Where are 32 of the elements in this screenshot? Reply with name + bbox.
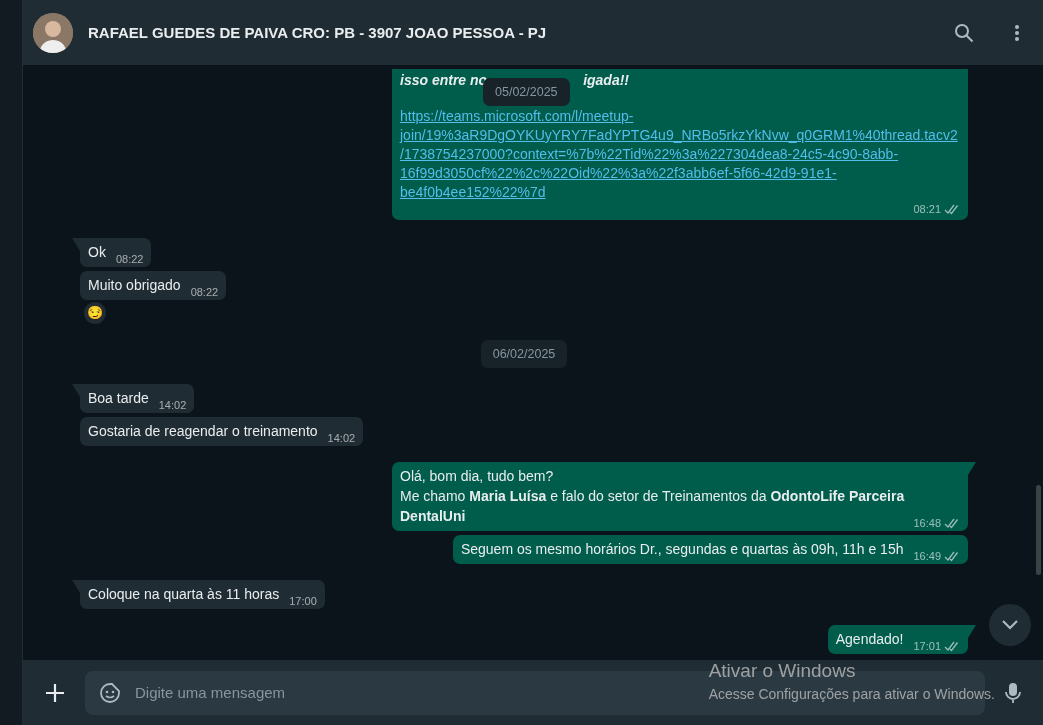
search-icon[interactable] bbox=[954, 22, 974, 43]
message-text: Gostaria de reagendar o treinamento bbox=[88, 423, 318, 439]
message-text: Olá, bom dia, tudo bem? Me chamo Maria Luísa e falo do setor de Treinamentos da OdontoLife Parceira DentalUni bbox=[400, 468, 906, 524]
message-text: Ok bbox=[88, 244, 106, 260]
message-time: 16:49 bbox=[913, 549, 941, 564]
message-text: Muito obrigado bbox=[88, 277, 181, 293]
message-time: 17:00 bbox=[289, 594, 317, 609]
reaction[interactable]: 😏 bbox=[82, 300, 108, 326]
scroll-down-button[interactable] bbox=[989, 604, 1031, 646]
message-input[interactable]: Digite uma mensagem bbox=[133, 683, 517, 702]
message-time: 17:01 bbox=[913, 639, 941, 654]
message-text: Seguem os mesmo horários Dr., segundas e quartas às 09h, 11h e 15h bbox=[460, 541, 904, 557]
activation-text: Acesse Configurações para ativar o Windows. bbox=[708, 686, 995, 702]
plus-icon[interactable] bbox=[45, 682, 65, 703]
message-text: Agendado! bbox=[835, 631, 904, 647]
message-text: Boa tarde bbox=[88, 390, 149, 406]
message-time: 08:22 bbox=[190, 285, 219, 300]
chevron-down-icon bbox=[1001, 619, 1019, 631]
meeting-link[interactable]: https://teams.microsoft.com/l/meetup-join/19%3aR9DgOYKUyYRY7FadYPTG4u9_NRBo5rkzYkNvw_q0GRM1%40thread.tacv2/1738754237000?context=%7b%22Tid%22%3a%227304dea8-24c5-4c90-8abb-16f99d3050cf%22%2c%22Oid%22%3a%22f3abb6ef-5f66-42d9-91e1-be4f0b4ee152%22%7d bbox=[400, 107, 960, 202]
sticker-icon[interactable] bbox=[99, 681, 121, 704]
message-time: 14:02 bbox=[327, 431, 356, 446]
microphone-icon[interactable] bbox=[1005, 681, 1021, 704]
date-chip: 06/02/2025 bbox=[480, 340, 568, 368]
message-time: 14:02 bbox=[158, 398, 187, 413]
message-time: 08:22 bbox=[115, 252, 144, 267]
message-text: igada!! bbox=[583, 71, 630, 90]
message-text: Coloque na quarta às 11 horas bbox=[88, 586, 280, 602]
avatar[interactable] bbox=[33, 12, 73, 53]
message-time: 16:48 bbox=[913, 516, 941, 531]
activation-title: Ativar o Windows bbox=[708, 660, 857, 682]
scrollbar-thumb[interactable] bbox=[1036, 485, 1041, 575]
message-time: 08:21 bbox=[913, 202, 941, 216]
